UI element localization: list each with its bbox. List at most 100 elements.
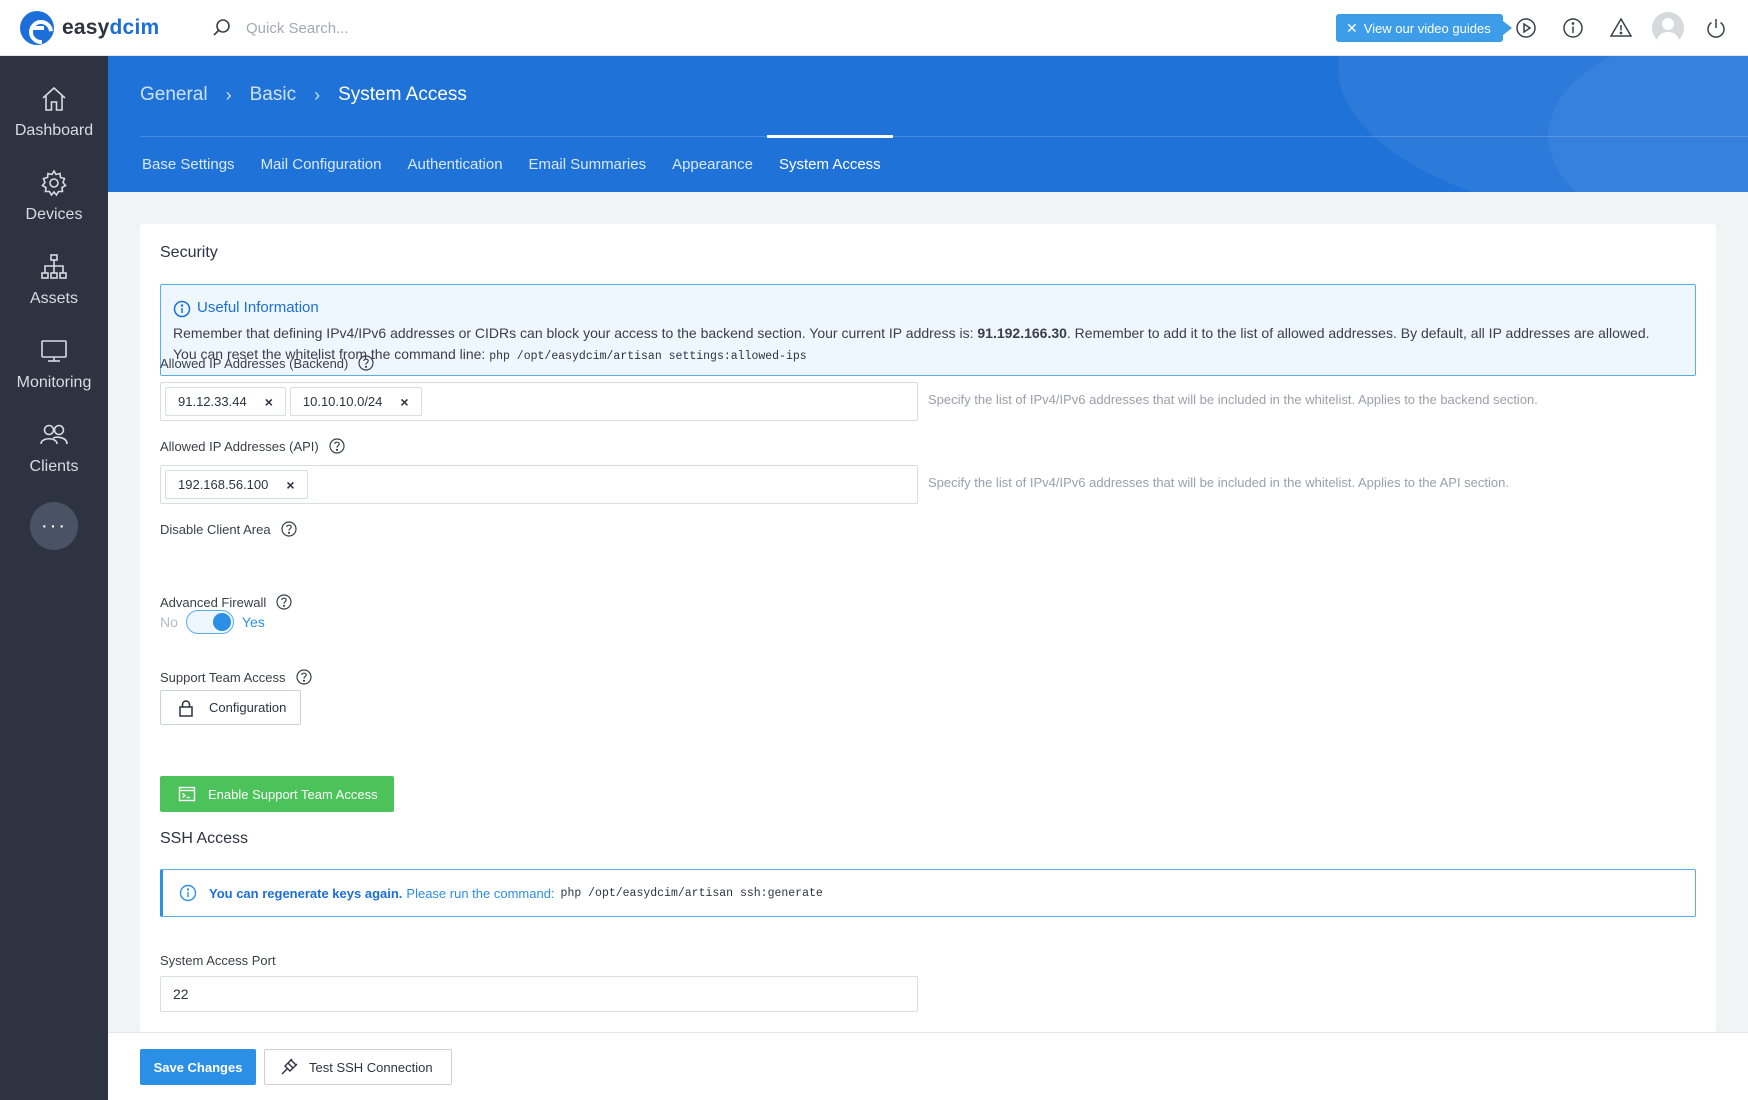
remove-tag-icon[interactable]: ×	[265, 395, 273, 409]
avatar[interactable]	[1652, 12, 1684, 44]
save-changes-button[interactable]: Save Changes	[140, 1049, 256, 1085]
firewall-configuration-button[interactable]: Configuration	[160, 690, 301, 725]
info-icon	[179, 884, 197, 902]
sidebar-item-clients[interactable]: Clients	[0, 412, 108, 492]
help-icon[interactable]	[280, 521, 297, 537]
breadcrumb: General › Basic › System Access	[140, 84, 467, 106]
ip-tag-value: 91.12.33.44	[178, 394, 247, 409]
firewall-configuration-label: Configuration	[209, 700, 287, 715]
users-icon	[40, 424, 68, 445]
backend-ips-label-text: Allowed IP Addresses (Backend)	[160, 355, 349, 371]
tab-system-access[interactable]: System Access	[767, 135, 893, 192]
search-icon[interactable]	[212, 18, 232, 38]
remove-tag-icon[interactable]: ×	[286, 478, 294, 492]
sidebar: Dashboard Devices Assets Monitoring Clie…	[0, 56, 108, 1100]
logo-text: easydcim	[62, 16, 159, 40]
advanced-firewall-label: Advanced Firewall	[160, 594, 292, 610]
useful-information-box: Useful Information Remember that definin…	[160, 284, 1696, 376]
enable-support-team-label: Enable Support Team Access	[208, 786, 378, 802]
page-header: General › Basic › System Access Base Set…	[108, 56, 1748, 192]
chevron-right-icon: ›	[225, 84, 232, 105]
tab-authentication[interactable]: Authentication	[405, 136, 504, 192]
backend-ips-help: Specify the list of IPv4/IPv6 addresses …	[928, 392, 1538, 407]
sidebar-item-dashboard[interactable]: Dashboard	[0, 76, 108, 156]
remove-tag-icon[interactable]: ×	[400, 395, 408, 409]
sidebar-item-devices[interactable]: Devices	[0, 160, 108, 240]
info-text-line1: Remember that defining IPv4/IPv6 address…	[173, 325, 1650, 341]
help-icon[interactable]	[358, 355, 374, 371]
ip-tag-value: 10.10.10.0/24	[302, 394, 383, 409]
test-ssh-button[interactable]: Test SSH Connection	[264, 1049, 452, 1085]
backend-ips-input[interactable]: 91.12.33.44 × 10.10.10.0/24 ×	[160, 382, 918, 421]
play-icon[interactable]	[1514, 16, 1538, 40]
video-guides-button[interactable]: ✕ View our video guides	[1336, 14, 1512, 42]
sidebar-item-assets[interactable]: Assets	[0, 244, 108, 324]
terminal-icon	[178, 786, 196, 802]
ssh-info-strong: You can regenerate keys again.	[209, 885, 403, 901]
backend-ips-label: Allowed IP Addresses (Backend)	[160, 355, 374, 371]
help-icon[interactable]	[295, 669, 312, 685]
tab-mail-configuration[interactable]: Mail Configuration	[259, 136, 384, 192]
info-text-pre: Remember that defining IPv4/IPv6 address…	[173, 325, 978, 341]
tab-email-summaries[interactable]: Email Summaries	[527, 136, 649, 192]
api-ips-label-text: Allowed IP Addresses (API)	[160, 438, 319, 454]
more-menu-button[interactable]: ···	[30, 502, 78, 550]
sidebar-item-monitoring[interactable]: Monitoring	[0, 328, 108, 408]
api-ips-input[interactable]: 192.168.56.100 ×	[160, 465, 918, 504]
help-icon[interactable]	[276, 594, 292, 610]
power-icon[interactable]	[1704, 16, 1728, 40]
info-title: Useful Information	[197, 299, 319, 316]
ssh-info-text: Please run the command:	[406, 885, 555, 901]
settings-tabs: Base Settings Mail Configuration Authent…	[140, 135, 905, 192]
disable-client-area-label-text: Disable Client Area	[160, 521, 271, 537]
logo-suffix: dcim	[109, 16, 160, 39]
monitor-icon	[41, 340, 67, 362]
advanced-firewall-label-text: Advanced Firewall	[160, 594, 267, 610]
tab-base-settings[interactable]: Base Settings	[140, 136, 237, 192]
breadcrumb-general[interactable]: General	[140, 84, 208, 106]
home-icon	[42, 86, 66, 111]
warning-icon[interactable]	[1609, 16, 1633, 40]
logo[interactable]: easydcim	[20, 11, 159, 45]
settings-card: Security Useful Information Remember tha…	[140, 224, 1716, 1032]
breadcrumb-current: System Access	[338, 84, 467, 105]
ip-tag-value: 192.168.56.100	[178, 477, 269, 492]
ip-tag: 91.12.33.44 ×	[165, 387, 286, 416]
sidebar-item-label: Devices	[25, 206, 83, 223]
support-team-label-text: Support Team Access	[160, 669, 286, 685]
sidebar-item-label: Dashboard	[14, 122, 94, 139]
toggle-on-label: Yes	[241, 614, 265, 630]
search-input[interactable]	[246, 14, 546, 42]
lock-icon	[179, 699, 193, 717]
disable-client-area-toggle[interactable]	[185, 610, 234, 634]
logo-prefix: easy	[62, 16, 110, 39]
api-ips-help: Specify the list of IPv4/IPv6 addresses …	[928, 475, 1509, 490]
reset-command: php /opt/easydcim/artisan settings:allow…	[489, 350, 807, 363]
sidebar-item-label: Clients	[29, 458, 79, 475]
logo-mark-icon	[20, 11, 54, 45]
api-ips-label: Allowed IP Addresses (API)	[160, 438, 345, 454]
info-icon[interactable]	[1561, 16, 1585, 40]
ip-tag: 10.10.10.0/24 ×	[289, 387, 422, 416]
port-label: System Access Port	[160, 953, 276, 968]
help-icon[interactable]	[329, 438, 345, 454]
info-text-post: . Remember to add it to the list of allo…	[1066, 325, 1650, 341]
sidebar-item-label: Monitoring	[16, 374, 92, 391]
enable-support-team-button[interactable]: Enable Support Team Access	[160, 776, 394, 812]
toggle-knob	[212, 613, 231, 631]
test-ssh-label: Test SSH Connection	[309, 1059, 433, 1075]
disable-client-area-toggle-row: No Yes	[160, 610, 265, 634]
security-section-title: Security	[160, 244, 218, 261]
breadcrumb-basic[interactable]: Basic	[250, 84, 296, 106]
top-bar: easydcim ✕ View our video guides	[0, 0, 1748, 56]
tab-appearance[interactable]: Appearance	[670, 136, 755, 192]
ip-tag: 192.168.56.100 ×	[165, 470, 308, 499]
close-icon[interactable]: ✕	[1346, 21, 1358, 35]
port-label-text: System Access Port	[160, 953, 276, 968]
toggle-off-label: No	[160, 614, 178, 630]
system-access-port-input[interactable]	[160, 976, 918, 1012]
chevron-right-icon: ›	[314, 84, 321, 105]
hierarchy-icon	[41, 254, 67, 279]
footer-bar: Save Changes Test SSH Connection	[108, 1032, 1748, 1100]
plug-icon	[281, 1058, 298, 1075]
